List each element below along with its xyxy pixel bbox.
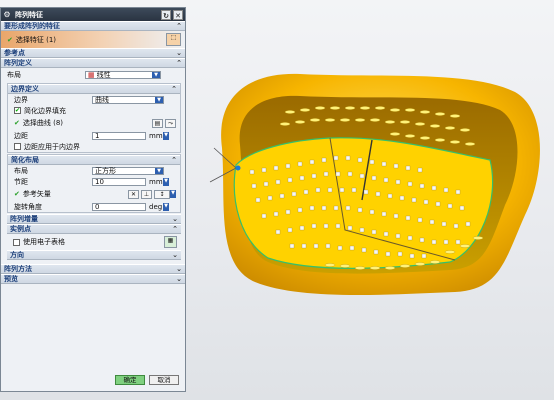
vector-type-icon[interactable]: ↕ [154, 189, 170, 199]
chevron-down-icon[interactable]: ⌄ [173, 275, 185, 283]
ref-vector-label: 参考矢量 [22, 190, 51, 198]
select-feature-row[interactable]: ✔ 选择特征 (1) ⬚ [1, 31, 185, 48]
select-feature-label: 选择特征 (1) [15, 35, 57, 44]
layout-select[interactable]: ▦ 线性 ▼ [85, 71, 161, 79]
chevron-down-icon[interactable]: ⌄ [169, 251, 181, 259]
chevron-up-icon[interactable]: ⌃ [168, 85, 180, 93]
chevron-down-icon[interactable]: ▼ [163, 131, 169, 140]
margin-row: 边距 1 mm ▼ [8, 130, 180, 141]
chevron-down-icon[interactable]: ▼ [163, 202, 169, 211]
select-curve-label: 选择曲线 (8) [22, 119, 64, 127]
chevron-down-icon[interactable]: ▼ [170, 190, 176, 198]
chevron-up-icon[interactable]: ⌃ [173, 22, 185, 30]
check-icon: ✔ [7, 35, 13, 44]
chevron-up-icon[interactable]: ⌃ [173, 59, 185, 67]
margin-inner-checkbox[interactable] [14, 143, 21, 150]
dialog-titlebar: ⚙ 阵列特征 ↻ ✕ [1, 8, 185, 21]
section-pattern-definition[interactable]: 阵列定义 ⌃ [1, 58, 185, 68]
chevron-down-icon[interactable]: ⌄ [173, 265, 185, 273]
chevron-down-icon[interactable]: ▼ [163, 177, 169, 186]
rotation-label: 旋转角度 [14, 202, 42, 211]
dialog-title: 阵列特征 [15, 10, 43, 19]
boundary-definition-group: 边界定义 ⌃ 边界 曲线 ▼ ✔ 简化边界填充 ✔ 选择曲线 (8) ▤ ⤳ 边… [7, 83, 181, 153]
curve-rule-icon[interactable]: ▤ [152, 118, 163, 128]
gear-icon[interactable]: ⚙ [1, 10, 13, 19]
check-icon: ✔ [14, 119, 20, 127]
curve-select-icon[interactable]: ⤳ [165, 118, 176, 128]
section-pattern-increment[interactable]: 阵列增量 ⌄ [7, 214, 181, 224]
section-pattern-method[interactable]: 阵列方法 ⌄ [1, 264, 185, 274]
simplify-fill-label: 简化边界填充 [24, 106, 66, 115]
graphics-viewport[interactable] [186, 0, 554, 400]
section-instance-point[interactable]: 实例点 ⌃ [7, 224, 181, 234]
chevron-down-icon[interactable]: ▼ [155, 167, 163, 174]
section-direction[interactable]: 方向 ⌄ [7, 250, 181, 260]
boundary-label: 边界 [14, 95, 28, 104]
chevron-up-icon[interactable]: ⌃ [168, 156, 180, 164]
use-spreadsheet-checkbox[interactable] [13, 238, 20, 246]
rotation-unit: deg [149, 202, 163, 211]
reset-icon[interactable]: ↻ [161, 9, 171, 20]
spreadsheet-row: 使用电子表格 ▦ [7, 234, 181, 250]
margin-inner-label: 边距应用于内边界 [24, 142, 80, 151]
rotation-input[interactable]: 0 [92, 202, 146, 211]
vector-dialog-icon[interactable]: ⊥ [141, 189, 152, 199]
boundary-row: 边界 曲线 ▼ [8, 94, 180, 105]
rotation-row: 旋转角度 0 deg ▼ [8, 201, 180, 212]
pitch-label: 节距 [14, 177, 28, 186]
section-boundary-definition[interactable]: 边界定义 ⌃ [8, 84, 180, 94]
cancel-button[interactable]: 取消 [149, 375, 179, 385]
basket-part[interactable] [209, 73, 540, 295]
margin-input[interactable]: 1 [92, 131, 146, 140]
pitch-row: 节距 10 mm ▼ [8, 176, 180, 187]
layout-row: 布局 ▦ 线性 ▼ [1, 68, 185, 82]
select-curve-row[interactable]: ✔ 选择曲线 (8) ▤ ⤳ [8, 116, 180, 130]
margin-unit: mm [149, 131, 163, 140]
simplify-fill-checkbox[interactable]: ✔ [14, 107, 21, 114]
pitch-input[interactable]: 10 [92, 177, 146, 186]
layout2-label: 布局 [14, 166, 28, 175]
section-features-to-pattern[interactable]: 要形成阵列的特征 ⌃ [1, 21, 185, 31]
simplified-layout-group: 简化布局 ⌃ 布局 正方形 ▼ 节距 10 mm ▼ ✔ 参考矢量 ✕ ⊥ ↕ … [7, 154, 181, 213]
dialog-buttons: 确定 取消 [115, 375, 179, 385]
pattern-feature-dialog: ⚙ 阵列特征 ↻ ✕ 要形成阵列的特征 ⌃ ✔ 选择特征 (1) ⬚ 参考点 ⌄… [0, 7, 186, 392]
chevron-down-icon[interactable]: ⌄ [169, 215, 181, 223]
layout2-row: 布局 正方形 ▼ [8, 165, 180, 176]
spreadsheet-icon[interactable]: ▦ [164, 236, 177, 248]
use-spreadsheet-label: 使用电子表格 [23, 238, 65, 246]
check-icon: ✔ [14, 190, 20, 198]
layout2-select[interactable]: 正方形 ▼ [92, 166, 164, 175]
linear-grid-icon: ▦ [88, 71, 95, 79]
section-reference-point[interactable]: 参考点 ⌄ [1, 48, 185, 58]
simplify-fill-row: ✔ 简化边界填充 [8, 105, 180, 116]
margin-label: 边距 [14, 131, 28, 140]
chevron-down-icon[interactable]: ▼ [152, 72, 160, 78]
ok-button[interactable]: 确定 [115, 375, 145, 385]
layout-label: 布局 [7, 71, 21, 79]
ref-vector-row[interactable]: ✔ 参考矢量 ✕ ⊥ ↕ ▼ [8, 187, 180, 201]
section-preview[interactable]: 预览 ⌄ [1, 274, 185, 284]
chevron-down-icon[interactable]: ▼ [155, 96, 163, 103]
close-icon[interactable]: ✕ [173, 9, 183, 20]
margin-inner-row: 边距应用于内边界 [8, 141, 180, 152]
boundary-select[interactable]: 曲线 ▼ [92, 95, 164, 104]
section-simplified-layout[interactable]: 简化布局 ⌃ [8, 155, 180, 165]
chevron-up-icon[interactable]: ⌃ [169, 225, 181, 233]
reverse-direction-icon[interactable]: ✕ [128, 189, 139, 199]
pitch-unit: mm [149, 177, 163, 186]
chevron-down-icon[interactable]: ⌄ [173, 49, 185, 57]
feature-select-icon[interactable]: ⬚ [166, 33, 181, 46]
